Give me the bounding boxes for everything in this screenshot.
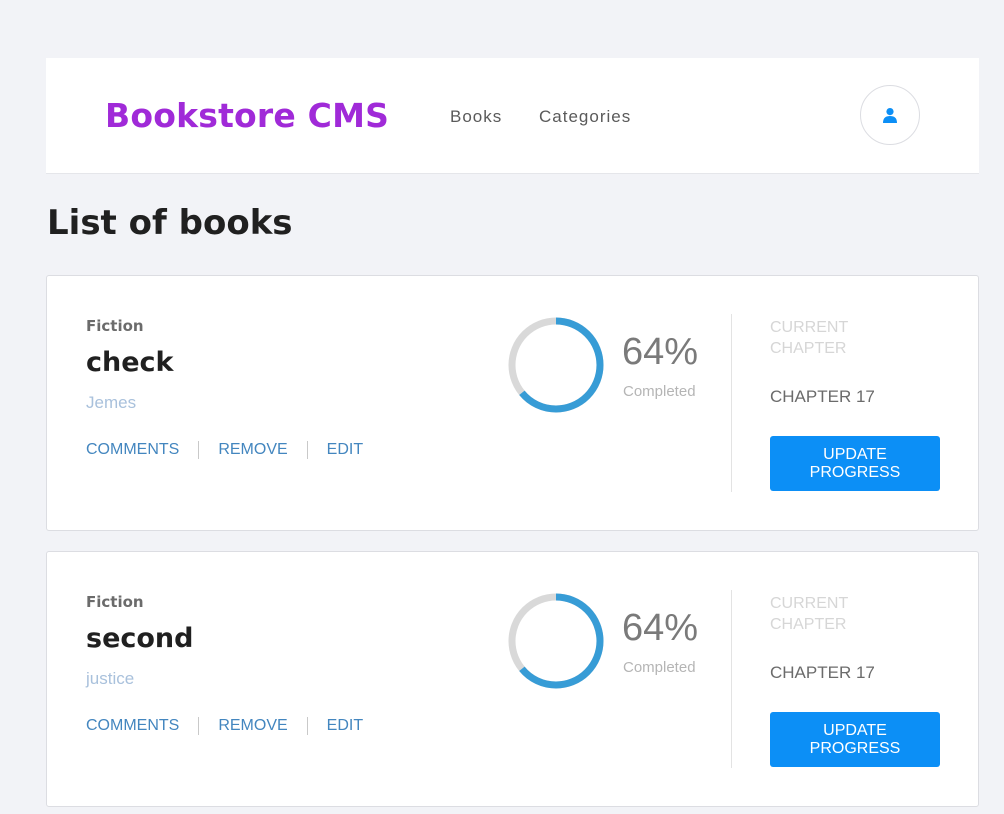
page-title: List of books: [47, 203, 293, 243]
user-avatar-button[interactable]: [860, 85, 920, 145]
current-chapter: CHAPTER 17: [770, 663, 875, 682]
current-chapter-label: CURRENT CHAPTER: [770, 595, 848, 633]
action-divider: [306, 441, 308, 459]
remove-button[interactable]: REMOVE: [218, 441, 287, 459]
nav-books-link[interactable]: Books: [450, 107, 502, 127]
app-header: Bookstore CMS Books Categories: [46, 58, 979, 174]
action-divider: [306, 717, 308, 735]
book-card: Fiction second justice COMMENTS REMOVE E…: [46, 551, 979, 807]
comments-button[interactable]: COMMENTS: [86, 717, 179, 735]
remove-button[interactable]: REMOVE: [218, 717, 287, 735]
update-progress-button[interactable]: UPDATE PROGRESS: [770, 712, 940, 767]
action-divider: [198, 717, 200, 735]
book-actions: COMMENTS REMOVE EDIT: [86, 441, 363, 459]
app-logo[interactable]: Bookstore CMS: [105, 96, 389, 135]
progress-ring: [508, 593, 604, 689]
edit-button[interactable]: EDIT: [327, 717, 363, 735]
book-actions: COMMENTS REMOVE EDIT: [86, 717, 363, 735]
book-title: check: [86, 347, 174, 378]
nav-categories-link[interactable]: Categories: [539, 107, 631, 127]
progress-status: Completed: [623, 659, 696, 676]
book-card: Fiction check Jemes COMMENTS REMOVE EDIT…: [46, 275, 979, 531]
update-progress-button[interactable]: UPDATE PROGRESS: [770, 436, 940, 491]
current-chapter-label: CURRENT CHAPTER: [770, 319, 848, 357]
progress-ring: [508, 317, 604, 413]
user-icon: [883, 108, 897, 123]
edit-button[interactable]: EDIT: [327, 441, 363, 459]
book-genre: Fiction: [86, 593, 144, 611]
action-divider: [198, 441, 200, 459]
current-chapter: CHAPTER 17: [770, 387, 875, 406]
progress-percent: 64%: [622, 331, 699, 373]
book-title: second: [86, 623, 194, 654]
section-divider: [731, 590, 732, 768]
book-author[interactable]: Jemes: [86, 393, 136, 413]
progress-status: Completed: [623, 383, 696, 400]
book-genre: Fiction: [86, 317, 144, 335]
book-author[interactable]: justice: [86, 669, 134, 689]
section-divider: [731, 314, 732, 492]
comments-button[interactable]: COMMENTS: [86, 441, 179, 459]
progress-percent: 64%: [622, 607, 699, 649]
